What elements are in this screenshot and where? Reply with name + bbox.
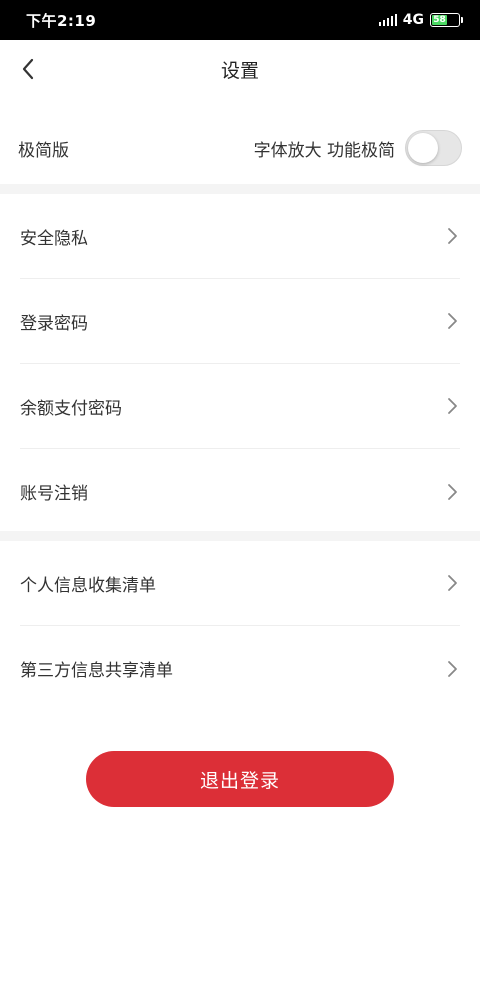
settings-item-login-password[interactable]: 登录密码 [20,279,460,364]
status-time: 下午2:19 [26,11,97,30]
nav-bar: 设置 [0,40,480,98]
settings-item-security-privacy[interactable]: 安全隐私 [20,194,460,279]
settings-item-label: 个人信息收集清单 [20,575,156,596]
section-divider [0,531,480,541]
logout-button[interactable]: 退出登录 [86,751,394,807]
page-title: 设置 [220,59,259,82]
chevron-right-icon [444,659,460,679]
settings-item-payment-password[interactable]: 余额支付密码 [20,364,460,449]
simple-mode-row: 极简版 字体放大 功能极简 [0,112,480,184]
battery-icon: 58 [430,13,463,27]
chevron-left-icon [22,58,34,80]
settings-item-account-deletion[interactable]: 账号注销 [20,449,460,534]
simple-mode-toggle[interactable] [405,130,462,166]
back-button[interactable] [8,40,48,98]
settings-item-label: 登录密码 [20,313,88,334]
status-bar: 下午2:19 4G 58 [0,0,480,40]
settings-item-label: 安全隐私 [20,228,88,249]
settings-item-label: 第三方信息共享清单 [20,661,173,681]
chevron-right-icon [444,482,460,502]
settings-item-third-party-sharing-list[interactable]: 第三方信息共享清单 [20,626,460,711]
chevron-right-icon [444,311,460,331]
section-divider [0,184,480,194]
settings-group-account: 安全隐私 登录密码 余额支付密码 账号注销 [0,194,480,534]
toggle-knob [408,133,438,163]
chevron-right-icon [444,396,460,416]
chevron-right-icon [444,573,460,593]
simple-mode-description: 字体放大 功能极简 [253,140,395,161]
simple-mode-control: 字体放大 功能极简 [254,130,462,166]
settings-item-label: 账号注销 [20,484,88,504]
chevron-right-icon [444,226,460,246]
status-icons: 4G 58 [378,12,463,28]
settings-group-info: 个人信息收集清单 第三方信息共享清单 [0,541,480,711]
simple-mode-label: 极简版 [18,140,69,161]
settings-item-label: 余额支付密码 [20,398,122,419]
battery-level: 58 [432,15,448,25]
signal-icon [378,14,397,26]
settings-item-personal-info-list[interactable]: 个人信息收集清单 [20,541,460,626]
network-type: 4G [402,12,424,28]
